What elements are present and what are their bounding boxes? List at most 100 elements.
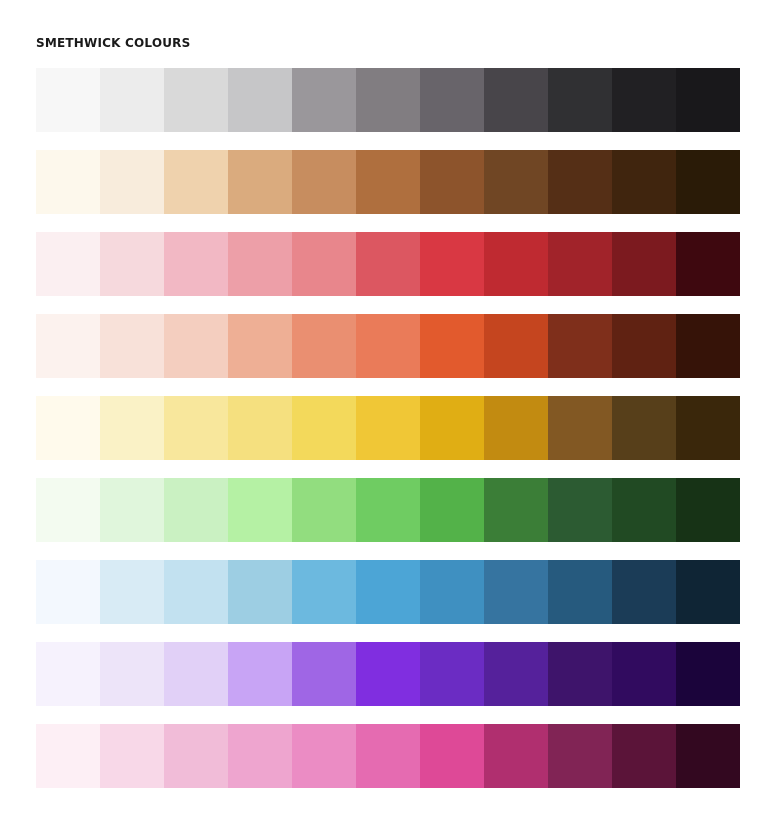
color-swatch (484, 478, 548, 542)
color-swatch (356, 68, 420, 132)
color-palette (36, 68, 740, 806)
color-swatch (548, 232, 612, 296)
color-swatch (548, 642, 612, 706)
color-swatch (676, 232, 740, 296)
color-swatch (676, 314, 740, 378)
color-swatch (612, 478, 676, 542)
color-swatch (228, 478, 292, 542)
color-ramp (36, 724, 740, 788)
color-swatch (484, 232, 548, 296)
color-ramp (36, 478, 740, 542)
color-swatch (100, 396, 164, 460)
palette-title: SMETHWICK COLOURS (36, 36, 191, 50)
color-swatch (612, 68, 676, 132)
color-swatch (612, 396, 676, 460)
color-swatch (484, 396, 548, 460)
color-swatch (420, 396, 484, 460)
color-swatch (548, 396, 612, 460)
color-swatch (100, 560, 164, 624)
color-swatch (164, 232, 228, 296)
color-swatch (36, 724, 100, 788)
color-swatch (292, 478, 356, 542)
color-swatch (612, 560, 676, 624)
color-swatch (228, 396, 292, 460)
color-ramp (36, 560, 740, 624)
color-swatch (548, 68, 612, 132)
color-swatch (228, 724, 292, 788)
color-swatch (612, 314, 676, 378)
color-swatch (484, 642, 548, 706)
color-swatch (100, 150, 164, 214)
color-swatch (612, 150, 676, 214)
color-swatch (420, 232, 484, 296)
color-swatch (484, 68, 548, 132)
color-swatch (36, 314, 100, 378)
color-swatch (548, 724, 612, 788)
color-swatch (356, 396, 420, 460)
color-swatch (484, 314, 548, 378)
color-swatch (164, 560, 228, 624)
color-swatch (676, 68, 740, 132)
color-swatch (292, 396, 356, 460)
color-swatch (100, 68, 164, 132)
color-ramp (36, 642, 740, 706)
color-swatch (356, 560, 420, 624)
color-swatch (100, 724, 164, 788)
color-swatch (36, 478, 100, 542)
color-ramp (36, 314, 740, 378)
color-swatch (292, 150, 356, 214)
color-swatch (228, 314, 292, 378)
color-swatch (36, 642, 100, 706)
color-swatch (676, 396, 740, 460)
color-swatch (164, 68, 228, 132)
color-swatch (100, 314, 164, 378)
color-swatch (292, 314, 356, 378)
color-swatch (676, 642, 740, 706)
color-swatch (164, 724, 228, 788)
color-swatch (356, 232, 420, 296)
color-swatch (356, 150, 420, 214)
color-swatch (356, 724, 420, 788)
color-ramp (36, 232, 740, 296)
color-swatch (612, 232, 676, 296)
color-swatch (612, 724, 676, 788)
color-swatch (420, 724, 484, 788)
color-swatch (420, 314, 484, 378)
color-swatch (292, 232, 356, 296)
color-swatch (356, 642, 420, 706)
color-swatch (36, 150, 100, 214)
color-swatch (36, 396, 100, 460)
color-swatch (548, 478, 612, 542)
color-swatch (484, 724, 548, 788)
color-swatch (676, 724, 740, 788)
color-swatch (548, 150, 612, 214)
color-swatch (420, 68, 484, 132)
color-swatch (36, 560, 100, 624)
color-ramp (36, 396, 740, 460)
color-ramp (36, 68, 740, 132)
color-swatch (356, 478, 420, 542)
color-swatch (164, 396, 228, 460)
color-swatch (292, 560, 356, 624)
color-swatch (164, 314, 228, 378)
color-swatch (676, 150, 740, 214)
color-swatch (676, 478, 740, 542)
color-swatch (676, 560, 740, 624)
color-swatch (100, 642, 164, 706)
color-swatch (164, 150, 228, 214)
color-swatch (548, 314, 612, 378)
color-swatch (420, 642, 484, 706)
color-swatch (548, 560, 612, 624)
color-swatch (164, 478, 228, 542)
color-swatch (356, 314, 420, 378)
color-swatch (420, 150, 484, 214)
color-swatch (100, 478, 164, 542)
color-swatch (484, 560, 548, 624)
color-swatch (228, 232, 292, 296)
color-swatch (292, 68, 356, 132)
color-swatch (228, 560, 292, 624)
color-swatch (228, 68, 292, 132)
color-swatch (228, 642, 292, 706)
color-swatch (292, 642, 356, 706)
color-swatch (36, 68, 100, 132)
